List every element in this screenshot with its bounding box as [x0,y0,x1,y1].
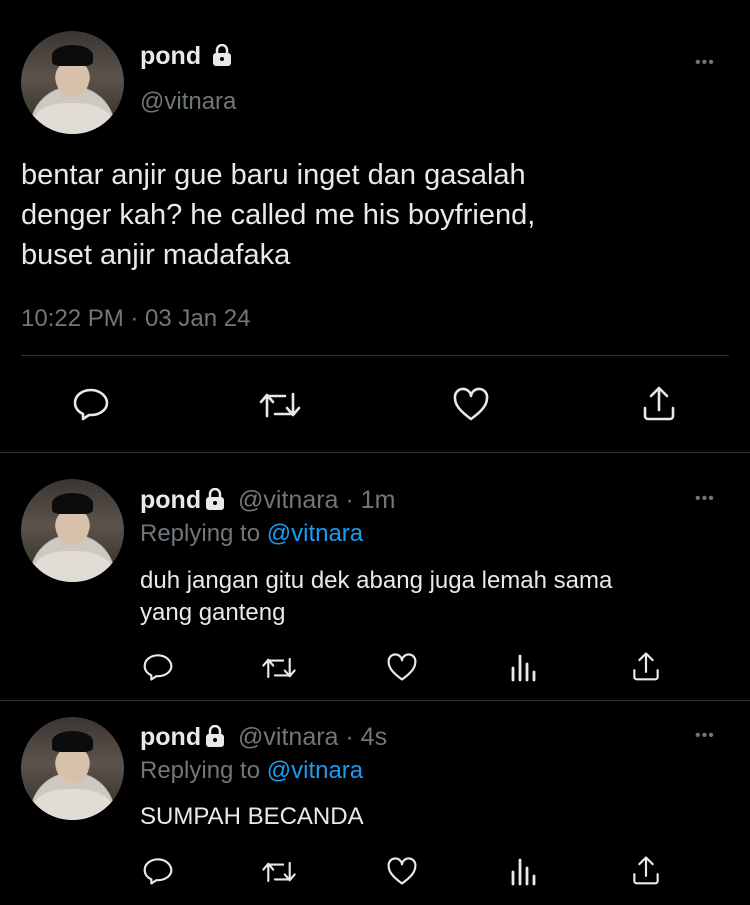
share-icon[interactable] [631,854,661,886]
views-icon[interactable] [510,856,538,886]
lock-icon [212,43,232,73]
tweet-text: bentar anjir gue baru inget dan gasalah … [21,159,536,271]
lock-icon [205,724,225,754]
avatar[interactable] [21,31,124,134]
replying-to: Replying to @vitnara [140,520,364,547]
more-options-icon[interactable]: ••• [695,490,715,508]
lock-icon [205,487,225,517]
reply-text: duh jangan gitu dek abang juga lemah sam… [140,567,613,626]
divider [0,700,750,701]
avatar[interactable] [21,717,124,820]
retweet-icon[interactable] [260,654,298,682]
user-handle[interactable]: @vitnara [140,88,236,116]
mention-link[interactable]: @vitnara [267,757,363,784]
reply-icon[interactable] [72,386,110,422]
heart-icon[interactable] [386,652,418,682]
views-icon[interactable] [510,652,538,682]
replying-to: Replying to @vitnara [140,757,364,784]
more-options-icon[interactable]: ••• [695,727,715,745]
heart-icon[interactable] [386,856,418,886]
reply-icon[interactable] [142,652,174,682]
avatar[interactable] [21,479,124,582]
retweet-icon[interactable] [257,388,303,422]
reply-header[interactable]: pond @vitnara · 1m [140,486,395,517]
more-options-icon[interactable]: ••• [695,54,715,72]
reply-header[interactable]: pond @vitnara · 4s [140,723,387,754]
share-icon[interactable] [631,650,661,682]
tweet-timestamp[interactable]: 10:22 PM · 03 Jan 24 [21,305,250,333]
heart-icon[interactable] [452,386,490,422]
share-icon[interactable] [641,384,677,422]
mention-link[interactable]: @vitnara [267,520,363,547]
divider [21,355,729,356]
reply-text: SUMPAH BECANDA [140,803,364,830]
divider [0,452,750,453]
retweet-icon[interactable] [260,858,298,886]
reply-icon[interactable] [142,856,174,886]
display-name[interactable]: pond [140,42,232,73]
